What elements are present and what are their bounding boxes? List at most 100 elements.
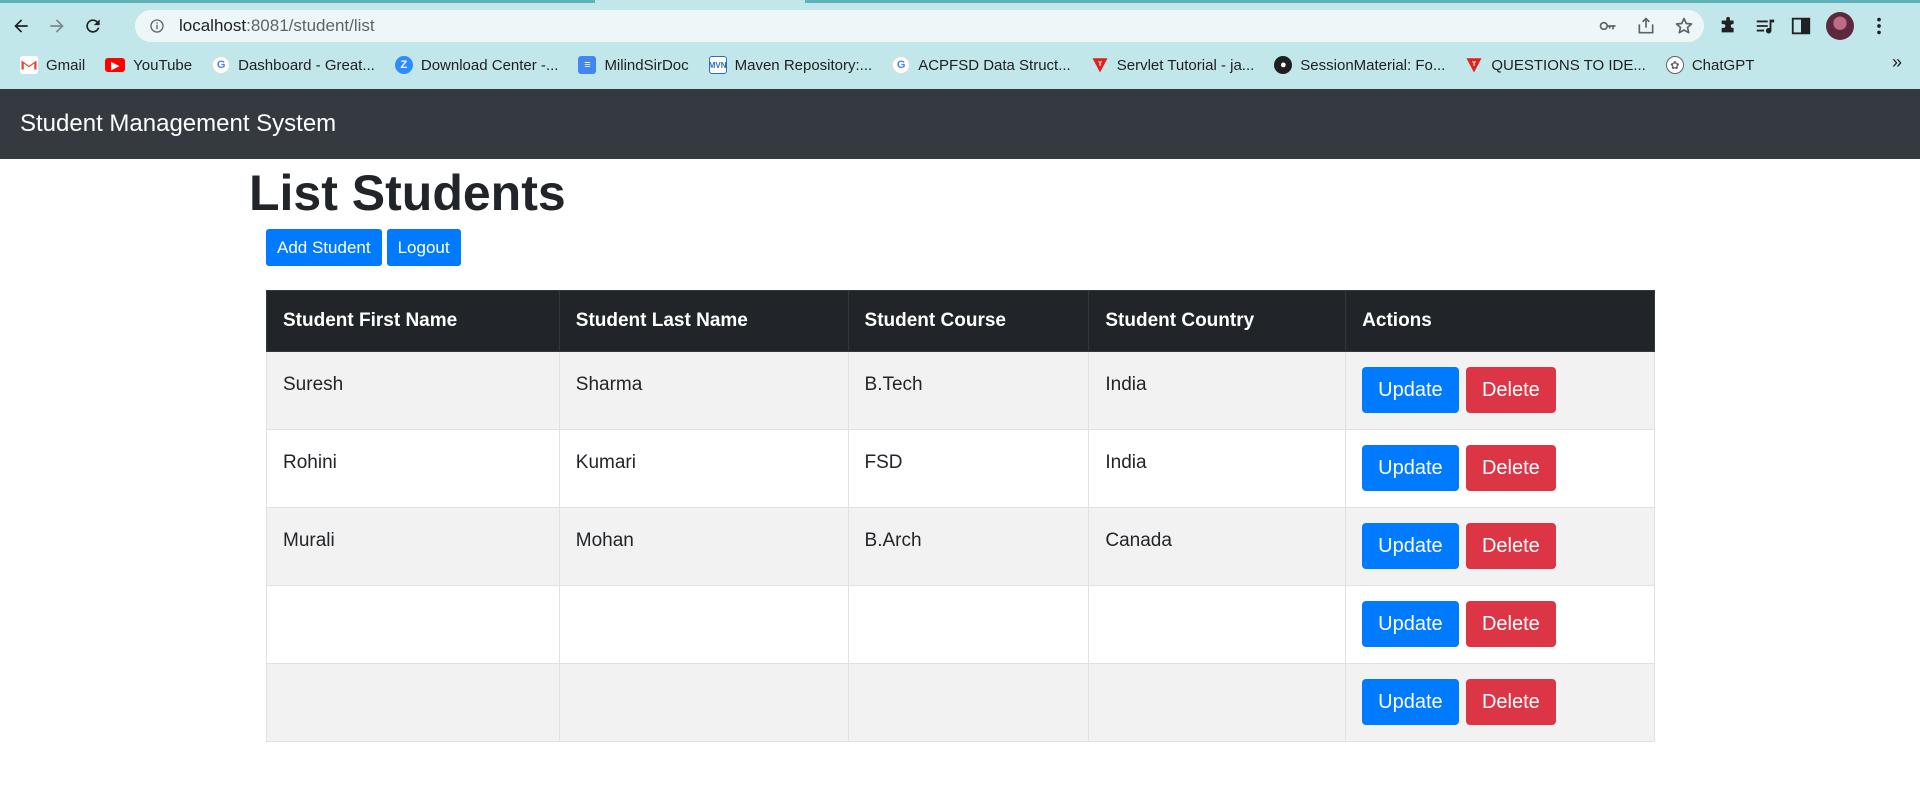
delete-button[interactable]: Delete: [1465, 679, 1556, 725]
delete-button[interactable]: Delete: [1465, 367, 1556, 413]
cell-actions: Update Delete: [1345, 585, 1655, 664]
cell-country: Canada: [1088, 507, 1347, 586]
puzzle-icon[interactable]: [1718, 15, 1740, 37]
header-first-name: Student First Name: [266, 290, 560, 352]
youtube-icon: ▶: [105, 58, 126, 72]
more-bookmarks-button[interactable]: »: [1892, 52, 1902, 73]
bookmark-questions[interactable]: T QUESTIONS TO IDE...: [1465, 56, 1646, 74]
header-course: Student Course: [847, 290, 1090, 352]
update-button[interactable]: Update: [1362, 367, 1459, 413]
cell-course: FSD: [847, 429, 1090, 508]
more-vert-icon: [1877, 17, 1881, 35]
arrow-left-icon: [14, 19, 28, 33]
cell-course: B.Arch: [847, 507, 1090, 586]
cell-actions: Update Delete: [1345, 351, 1655, 430]
bookmarks-bar: Gmail ▶ YouTube G Dashboard - Great... Z…: [0, 52, 1920, 78]
reload-button[interactable]: [78, 11, 108, 41]
header-last-name: Student Last Name: [558, 290, 849, 352]
back-button[interactable]: [6, 11, 36, 41]
javatpoint-icon: T: [1091, 56, 1109, 74]
table-row: Suresh Sharma B.Tech India Update Delete: [266, 351, 1655, 430]
cell-first-name: [266, 585, 560, 664]
bookmark-sessionmaterial[interactable]: ● SessionMaterial: Fo...: [1274, 56, 1445, 74]
update-button[interactable]: Update: [1362, 601, 1459, 647]
tab-indicator: [805, 0, 1920, 3]
header-actions: Actions: [1345, 290, 1655, 352]
students-table: Student First Name Student Last Name Stu…: [266, 290, 1655, 742]
cell-course: [847, 663, 1090, 742]
menu-button[interactable]: [1868, 15, 1890, 37]
app-navbar: Student Management System: [0, 89, 1920, 159]
bookmark-milindsirdoc[interactable]: ≡ MilindSirDoc: [578, 56, 689, 74]
chatgpt-icon: ✿: [1665, 56, 1684, 74]
docs-icon: ≡: [578, 56, 597, 74]
table-header-row: Student First Name Student Last Name Stu…: [266, 290, 1655, 352]
cell-actions: Update Delete: [1345, 429, 1655, 508]
forward-button[interactable]: [42, 11, 72, 41]
cell-country: [1088, 663, 1347, 742]
cell-first-name: Rohini: [266, 429, 560, 508]
arrow-right-icon: [50, 19, 64, 33]
cell-last-name: Mohan: [558, 507, 849, 586]
cell-course: [847, 585, 1090, 664]
github-icon: ●: [1274, 56, 1293, 74]
cell-first-name: [266, 663, 560, 742]
bookmark-maven[interactable]: MVN Maven Repository:...: [708, 56, 872, 74]
address-bar[interactable]: localhost:8081/student/list: [135, 10, 1704, 42]
zoom-icon: Z: [394, 56, 413, 74]
cell-last-name: [558, 585, 849, 664]
key-icon[interactable]: [1598, 16, 1618, 36]
profile-avatar[interactable]: [1826, 12, 1854, 40]
delete-button[interactable]: Delete: [1465, 523, 1556, 569]
tab-strip: [0, 0, 1920, 7]
info-icon: [150, 19, 164, 33]
side-panel-icon[interactable]: [1790, 15, 1812, 37]
tab-indicator: [0, 0, 595, 3]
table-row: Murali Mohan B.Arch Canada Update Delete: [266, 507, 1655, 586]
cell-actions: Update Delete: [1345, 663, 1655, 742]
star-icon[interactable]: [1674, 16, 1694, 36]
bookmark-dashboard[interactable]: G Dashboard - Great...: [212, 56, 375, 74]
browser-chrome: localhost:8081/student/list Gmail ▶ YouT…: [0, 0, 1920, 89]
cell-first-name: Suresh: [266, 351, 560, 430]
bookmark-chatgpt[interactable]: ✿ ChatGPT: [1665, 56, 1754, 74]
logout-button[interactable]: Logout: [386, 229, 461, 266]
cell-last-name: [558, 663, 849, 742]
bookmark-download-center[interactable]: Z Download Center -...: [394, 56, 558, 74]
table-row: Update Delete: [266, 663, 1655, 742]
share-icon[interactable]: [1636, 16, 1656, 36]
google-icon: G: [212, 56, 231, 74]
header-country: Student Country: [1088, 290, 1347, 352]
cell-first-name: Murali: [266, 507, 560, 586]
update-button[interactable]: Update: [1362, 445, 1459, 491]
app-brand[interactable]: Student Management System: [20, 110, 336, 138]
add-student-button[interactable]: Add Student: [266, 229, 382, 266]
delete-button[interactable]: Delete: [1465, 445, 1556, 491]
cell-country: India: [1088, 351, 1347, 430]
cell-last-name: Kumari: [558, 429, 849, 508]
table-row: Update Delete: [266, 585, 1655, 664]
bookmark-servlet-tutorial[interactable]: T Servlet Tutorial - ja...: [1091, 56, 1254, 74]
maven-icon: MVN: [708, 56, 727, 74]
bookmark-acpfsd[interactable]: G ACPFSD Data Struct...: [892, 56, 1071, 74]
update-button[interactable]: Update: [1362, 523, 1459, 569]
extensions-area: [1718, 10, 1890, 42]
gmail-icon: [20, 56, 38, 74]
cell-country: India: [1088, 429, 1347, 508]
table-row: Rohini Kumari FSD India Update Delete: [266, 429, 1655, 508]
cell-actions: Update Delete: [1345, 507, 1655, 586]
google-icon: G: [892, 56, 911, 74]
reload-icon: [86, 19, 100, 33]
bookmark-youtube[interactable]: ▶ YouTube: [105, 57, 192, 74]
cell-last-name: Sharma: [558, 351, 849, 430]
delete-button[interactable]: Delete: [1465, 601, 1556, 647]
reading-list-icon[interactable]: [1754, 15, 1776, 37]
url-text: localhost:8081/student/list: [179, 16, 375, 35]
cell-country: [1088, 585, 1347, 664]
bookmark-gmail[interactable]: Gmail: [20, 56, 85, 74]
update-button[interactable]: Update: [1362, 679, 1459, 725]
javatpoint-icon: T: [1465, 56, 1483, 74]
page-title: List Students: [249, 165, 566, 221]
main-content: List Students Add Student Logout Student…: [249, 159, 1669, 742]
browser-toolbar: localhost:8081/student/list: [0, 7, 1920, 45]
